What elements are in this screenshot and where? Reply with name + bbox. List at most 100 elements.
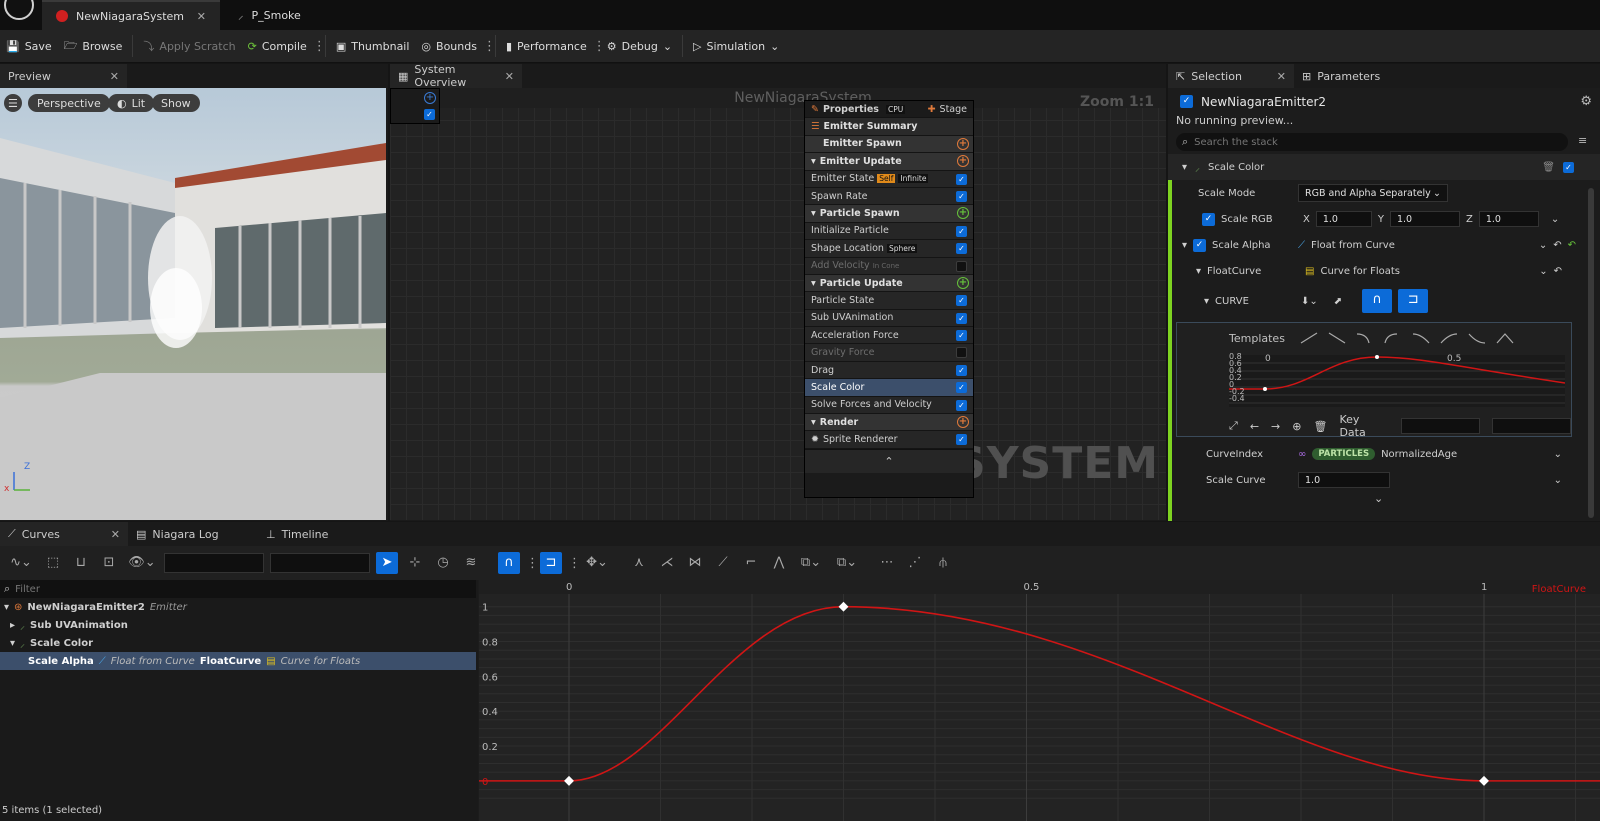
bounds-options-icon[interactable]: ⋮: [483, 39, 496, 54]
key-value-field[interactable]: [1491, 418, 1571, 434]
reset-icon[interactable]: ↶: [1553, 240, 1561, 251]
tree-row-emitter[interactable]: ▾ ⊛ NewNiagaraEmitter2 Emitter: [0, 598, 478, 616]
transform-icon[interactable]: ⊡: [98, 552, 120, 574]
rgb-x-field[interactable]: 1.0: [1315, 211, 1372, 227]
add-icon[interactable]: +: [424, 92, 436, 104]
checkbox[interactable]: ✓: [424, 109, 435, 120]
emitter-node[interactable]: ✎ Properties CPU ✚ Stage ☰ Emitter Summa…: [804, 100, 974, 498]
filter-curve-icon[interactable]: ⫛: [932, 552, 954, 574]
checkbox[interactable]: ✓: [956, 312, 967, 324]
reset-green-icon[interactable]: ↶: [1568, 240, 1576, 251]
tree-row-sub-uv[interactable]: ▸ ⸝ Sub UVAnimation: [0, 616, 478, 634]
tab-system-overview[interactable]: ▦ System Overview ✕: [390, 63, 522, 89]
checkbox[interactable]: ✓: [956, 434, 967, 446]
unreal-logo-icon[interactable]: [4, 0, 34, 20]
simulation-button[interactable]: ▷ Simulation ⌄: [687, 30, 785, 63]
close-icon[interactable]: ✕: [110, 70, 119, 83]
node-row[interactable]: Shape Location Sphere ✓: [805, 240, 973, 258]
tab-curves[interactable]: ⟋ Curves ✕: [0, 522, 128, 546]
node-row[interactable]: Solve Forces and Velocity ✓: [805, 396, 973, 415]
scale-alpha-checkbox[interactable]: ✓: [1193, 238, 1207, 252]
snap-time-options-icon[interactable]: ⋮: [568, 556, 581, 571]
checkbox[interactable]: ✓: [956, 382, 967, 394]
tab-parameters[interactable]: ⊞ Parameters: [1294, 64, 1388, 88]
tab-new-niagara-system[interactable]: NewNiagaraSystem ✕: [42, 0, 220, 30]
node-row[interactable]: ▾ Particle Spawn +: [805, 205, 973, 223]
checkbox[interactable]: ✓: [956, 364, 967, 376]
checkbox[interactable]: ✓: [956, 295, 967, 307]
scale-curve-field[interactable]: 1.0: [1298, 472, 1390, 488]
tab-p-smoke[interactable]: ⸝ P_Smoke: [224, 0, 315, 30]
close-icon[interactable]: ✕: [505, 70, 514, 83]
emitter-summary-row[interactable]: ☰ Emitter Summary: [805, 118, 973, 136]
flatten-icon[interactable]: ⋯: [876, 552, 898, 574]
scale-color-row[interactable]: ▾ ⸝ Scale Color 🗑 ✓: [1168, 154, 1600, 180]
debug-button[interactable]: ⚙ Debug ⌄: [601, 30, 678, 63]
snap-value-icon[interactable]: ∩: [498, 552, 520, 574]
node-row[interactable]: Add Velocity In Cone: [805, 257, 973, 275]
tab-timeline[interactable]: ⊥ Timeline: [258, 522, 336, 546]
rgb-z-field[interactable]: 1.0: [1478, 211, 1539, 227]
import-curve-icon[interactable]: ⬇⌄: [1301, 296, 1318, 307]
bounds-button[interactable]: ◎ Bounds: [415, 30, 483, 63]
node-row[interactable]: Initialize Particle ✓: [805, 222, 973, 241]
checkbox[interactable]: ✓: [956, 173, 967, 185]
scale-mode-dropdown[interactable]: RGB and Alpha Separately ⌄: [1298, 184, 1448, 202]
arrow-left-icon[interactable]: ←: [1250, 420, 1259, 433]
tab-preview[interactable]: Preview ✕: [0, 64, 127, 88]
node-properties-row[interactable]: ✎ Properties CPU ✚ Stage: [805, 101, 973, 119]
preview-viewport[interactable]: ☰ Perspective ◐ Lit Show Z x: [0, 88, 386, 520]
tangent-constant-icon[interactable]: ⌐: [740, 552, 762, 574]
add-module-icon[interactable]: +: [957, 416, 969, 429]
tangent-weighted-icon[interactable]: ⋀: [768, 552, 790, 574]
checkbox[interactable]: ✓: [956, 243, 967, 255]
perspective-button[interactable]: Perspective: [28, 94, 110, 112]
post-infinity-icon[interactable]: ⧉⌄: [832, 552, 862, 574]
expand-icon[interactable]: ⤢: [1229, 419, 1238, 433]
snap-time-icon[interactable]: ⊐: [1398, 289, 1429, 313]
value-field[interactable]: [270, 553, 370, 573]
snap-value-icon[interactable]: ∩: [1362, 289, 1393, 313]
add-module-icon[interactable]: +: [957, 276, 969, 289]
search-input[interactable]: [1194, 136, 1535, 148]
open-external-icon[interactable]: ⬈: [1334, 296, 1342, 307]
node-row[interactable]: Emitter State Self Infinite ✓: [805, 170, 973, 188]
apply-scratch-button[interactable]: ⤵ Apply Scratch: [137, 30, 241, 63]
straighten-icon[interactable]: ⋰: [904, 552, 926, 574]
lit-button[interactable]: ◐ Lit: [108, 94, 155, 112]
curve-templates-icon[interactable]: [1299, 331, 1529, 345]
tangent-auto-icon[interactable]: ⋏: [628, 552, 650, 574]
checkbox[interactable]: ✓: [956, 190, 967, 202]
close-icon[interactable]: ✕: [1277, 70, 1286, 83]
node-row[interactable]: Emitter Spawn +: [805, 135, 973, 154]
select-icon[interactable]: ⬚: [42, 552, 64, 574]
time-sync-icon[interactable]: ◷: [432, 552, 454, 574]
delete-icon[interactable]: 🗑: [1542, 162, 1555, 173]
chevron-down-icon[interactable]: ⌄: [1539, 266, 1547, 277]
snap-value-options-icon[interactable]: ⋮: [526, 556, 539, 571]
performance-button[interactable]: ▮ Performance: [500, 30, 593, 63]
system-graph[interactable]: NewNiagaraSystem Zoom 1:1 ✓ + SYSTEM ✎ P…: [390, 88, 1166, 520]
node-row[interactable]: Spawn Rate ✓: [805, 187, 973, 206]
thumbnail-button[interactable]: ▣ Thumbnail: [330, 30, 416, 63]
checkbox[interactable]: [956, 260, 967, 272]
time-field[interactable]: [164, 553, 264, 573]
pre-infinity-icon[interactable]: ⧉⌄: [796, 552, 826, 574]
expand-more-icon[interactable]: ⌄: [1374, 492, 1383, 505]
snap-time-icon[interactable]: ⊐: [540, 552, 562, 574]
add-module-icon[interactable]: +: [957, 155, 969, 168]
close-icon[interactable]: ✕: [197, 10, 206, 23]
chevron-down-icon[interactable]: ▾: [1196, 266, 1201, 277]
node-row[interactable]: ✹ Sprite Renderer ✓: [805, 431, 973, 449]
mini-plot[interactable]: 0.8 0.6 0.4 0.2 0 -0.2 -0.4 0 0.5: [1229, 353, 1565, 407]
curve-index-value[interactable]: NormalizedAge: [1381, 449, 1457, 460]
tab-niagara-log[interactable]: ▤ Niagara Log: [128, 522, 258, 546]
key-time-field[interactable]: [1400, 418, 1480, 434]
chevron-down-icon[interactable]: ⌄: [1554, 449, 1562, 460]
chevron-down-icon[interactable]: ▾: [1204, 296, 1209, 307]
float-curve-type[interactable]: Curve for Floats: [1320, 266, 1400, 277]
emitter-enabled-checkbox[interactable]: ✓: [1180, 95, 1193, 108]
pointer-icon[interactable]: ➤: [376, 552, 398, 574]
node-row[interactable]: Gravity Force: [805, 344, 973, 362]
add-module-icon[interactable]: +: [957, 137, 969, 150]
